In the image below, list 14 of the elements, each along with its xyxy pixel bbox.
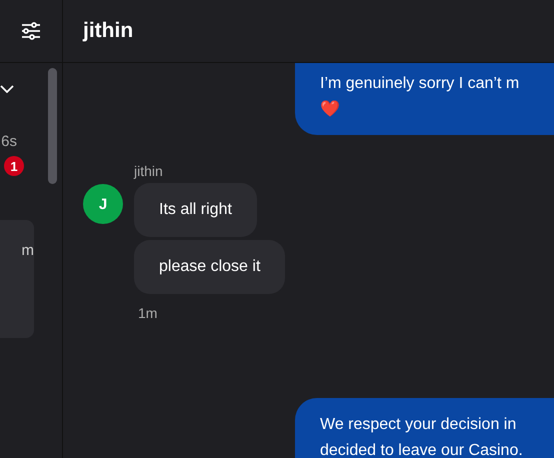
chat-card[interactable]: m bbox=[0, 220, 34, 338]
avatar: J bbox=[83, 184, 123, 224]
message-bubble: I’m genuinely sorry I can’t m ❤ bbox=[295, 63, 554, 135]
message-bubble: We respect your decision in decided to leave our Casino. bbox=[295, 398, 554, 458]
chevron-down-icon[interactable] bbox=[0, 85, 14, 93]
unread-badge: 1 bbox=[4, 156, 24, 176]
sender-name: jithin bbox=[134, 163, 163, 179]
scrollbar-thumb[interactable] bbox=[48, 68, 57, 184]
message-bubble: please close it bbox=[134, 240, 286, 294]
filter-icon[interactable] bbox=[21, 22, 41, 40]
message-time: 1m bbox=[138, 305, 158, 321]
chat-time: 6s bbox=[1, 133, 17, 150]
chat-title: jithin bbox=[83, 19, 134, 43]
message-bubble: Its all right bbox=[134, 183, 257, 237]
